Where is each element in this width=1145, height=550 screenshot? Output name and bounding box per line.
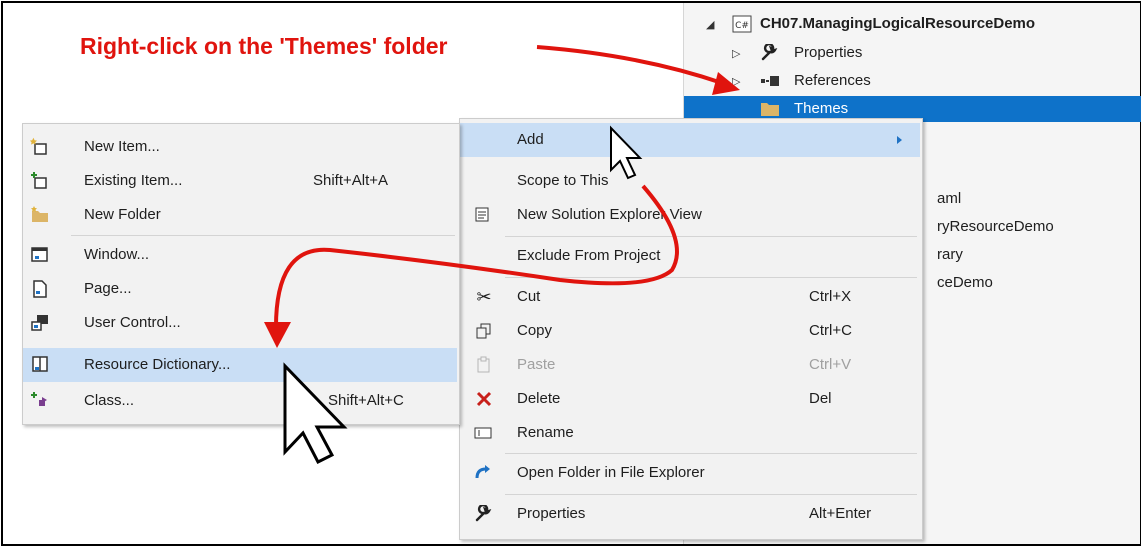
- menu-item-label: Properties: [517, 505, 586, 522]
- tree-item-label: Properties: [794, 44, 863, 61]
- tree-item-references[interactable]: ▷ References: [684, 68, 1141, 94]
- menu-shortcut: Shift+Alt+C: [328, 392, 404, 409]
- svg-text:C#: C#: [735, 21, 749, 31]
- menu-item-copy[interactable]: Copy Ctrl+C: [460, 314, 920, 348]
- menu-separator: [505, 236, 917, 237]
- class-icon: [30, 391, 50, 411]
- menu-item-label: New Item...: [84, 138, 160, 155]
- expanded-triangle-icon[interactable]: ◢: [706, 18, 714, 31]
- submenu-item-existing-item[interactable]: Existing Item... Shift+Alt+A: [23, 164, 457, 198]
- menu-item-label: Resource Dictionary...: [84, 356, 231, 373]
- menu-item-exclude[interactable]: Exclude From Project: [460, 239, 920, 273]
- menu-item-paste[interactable]: Paste Ctrl+V: [460, 348, 920, 382]
- menu-item-label: User Control...: [84, 314, 181, 331]
- open-folder-arrow-icon: [473, 463, 493, 483]
- wrench-icon: [760, 44, 778, 62]
- menu-shortcut: Ctrl+V: [809, 356, 852, 373]
- tree-item-label: References: [794, 72, 871, 89]
- tree-item-properties[interactable]: ▷ Properties: [684, 40, 1141, 66]
- menu-item-label: Existing Item...: [84, 172, 183, 189]
- partial-tree-text: ceDemo: [937, 274, 993, 291]
- submenu-item-user-control[interactable]: User Control...: [23, 306, 457, 340]
- menu-item-label: Copy: [517, 322, 553, 339]
- menu-shortcut: Shift+Alt+A: [313, 172, 389, 189]
- scissors-icon: ✂: [476, 286, 492, 307]
- partial-tree-text: ryResourceDemo: [937, 218, 1054, 235]
- menu-item-properties[interactable]: Properties Alt+Enter: [460, 497, 920, 531]
- menu-separator: [505, 494, 917, 495]
- menu-item-cut[interactable]: ✂ Cut Ctrl+X: [460, 280, 920, 314]
- copy-icon: [474, 321, 494, 341]
- submenu-item-page[interactable]: Page...: [23, 272, 457, 306]
- menu-item-label: Cut: [517, 288, 541, 305]
- annotation-text: Right-click on the 'Themes' folder: [80, 33, 448, 59]
- new-folder-icon: [30, 205, 50, 225]
- menu-shortcut: Ctrl+X: [809, 288, 852, 305]
- menu-shortcut: Del: [809, 390, 832, 407]
- menu-separator: [71, 235, 455, 236]
- partial-tree-text: aml: [937, 190, 962, 207]
- new-item-icon: [30, 137, 50, 157]
- menu-item-label: Class...: [84, 392, 135, 409]
- wrench-icon: [473, 504, 493, 524]
- references-icon: [760, 72, 782, 90]
- menu-item-label: Rename: [517, 424, 574, 441]
- menu-item-new-solution-view[interactable]: New Solution Explorer View: [460, 198, 920, 232]
- paste-icon: [474, 355, 494, 375]
- submenu-item-class[interactable]: Class... Shift+Alt+C: [23, 384, 457, 418]
- submenu-item-window[interactable]: Window...: [23, 238, 457, 272]
- add-submenu: New Item... Existing Item... Shift+Alt+A…: [22, 123, 460, 425]
- menu-item-label: Window...: [84, 246, 150, 263]
- menu-item-label: New Solution Explorer View: [517, 206, 702, 223]
- collapsed-triangle-icon[interactable]: ▷: [732, 47, 740, 60]
- menu-item-delete[interactable]: Delete Del: [460, 382, 920, 416]
- menu-shortcut: Alt+Enter: [809, 505, 872, 522]
- add-existing-item-icon: [30, 171, 50, 191]
- tree-project-node[interactable]: ◢ C# CH07.ManagingLogicalResourceDemo: [684, 11, 1141, 37]
- partial-tree-text: rary: [937, 246, 963, 263]
- menu-item-label: New Folder: [84, 206, 161, 223]
- menu-item-scope[interactable]: Scope to This: [460, 164, 920, 198]
- menu-item-open-folder[interactable]: Open Folder in File Explorer: [460, 456, 920, 490]
- menu-item-label: Add: [517, 131, 544, 148]
- submenu-item-new-folder[interactable]: New Folder: [23, 198, 457, 232]
- menu-separator: [505, 453, 917, 454]
- submenu-arrow-icon: [897, 136, 902, 144]
- context-menu: Add Scope to This New Solution Explorer …: [459, 118, 923, 540]
- window-icon: [30, 245, 50, 265]
- menu-separator: [505, 277, 917, 278]
- delete-x-icon: [474, 389, 494, 409]
- project-name: CH07.ManagingLogicalResourceDemo: [760, 15, 1036, 32]
- menu-item-label: Page...: [84, 280, 132, 297]
- folder-icon: [760, 100, 780, 117]
- page-icon: [30, 279, 50, 299]
- menu-item-label: Paste: [517, 356, 556, 373]
- menu-item-label: Scope to This: [517, 172, 609, 189]
- menu-item-label: Open Folder in File Explorer: [517, 464, 705, 481]
- submenu-item-resource-dictionary[interactable]: Resource Dictionary...: [23, 348, 457, 382]
- resource-dictionary-icon: [30, 355, 50, 375]
- menu-item-rename[interactable]: Rename: [460, 416, 920, 450]
- user-control-icon: [30, 313, 50, 333]
- new-window-icon: [473, 205, 493, 225]
- rename-icon: [473, 423, 493, 443]
- csharp-project-icon: C#: [732, 15, 752, 33]
- menu-shortcut: Ctrl+C: [809, 322, 852, 339]
- menu-item-label: Exclude From Project: [517, 247, 661, 264]
- menu-item-add[interactable]: Add: [460, 123, 920, 157]
- menu-item-label: Delete: [517, 390, 561, 407]
- tree-item-label: Themes: [794, 100, 849, 117]
- submenu-item-new-item[interactable]: New Item...: [23, 130, 457, 164]
- collapsed-triangle-icon[interactable]: ▷: [732, 75, 740, 88]
